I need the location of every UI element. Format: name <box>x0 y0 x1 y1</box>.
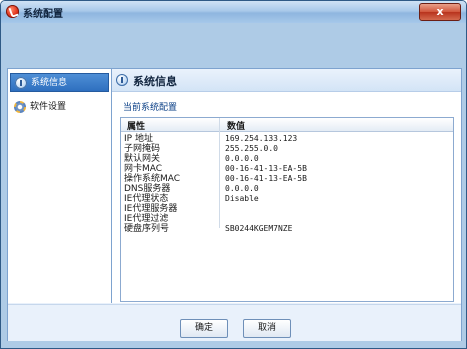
value-cell: 169.254.133.123 <box>225 134 298 143</box>
sidebar: 系统信息 软件设置 <box>8 69 112 303</box>
property-cell: 操作系统MAC <box>124 174 181 184</box>
section-subtitle: 当前系统配置 <box>123 103 178 113</box>
value-cell: 0.0.0.0 <box>225 154 259 163</box>
property-cell: 网卡MAC <box>124 164 163 174</box>
system-info-panel: 系统信息 当前系统配置 属性 数值 IP 地址 169.254.133.123 … <box>112 69 461 303</box>
property-cell: IE代理过滤 <box>124 214 169 224</box>
property-cell: 默认网关 <box>124 154 161 164</box>
system-info-table[interactable]: 属性 数值 IP 地址 169.254.133.123 子网掩码 255.255… <box>120 117 454 302</box>
table-header: 属性 数值 <box>121 118 453 132</box>
button-bar: 确定 取消 <box>8 304 461 341</box>
table-row[interactable]: 子网掩码 255.255.0.0 <box>121 144 453 154</box>
value-cell: 255.255.0.0 <box>225 144 278 153</box>
property-cell: 硬盘序列号 <box>124 224 170 234</box>
close-button[interactable]: x <box>419 3 461 21</box>
value-cell: 00-16-41-13-EA-5B <box>225 164 307 173</box>
table-row[interactable]: IE代理状态 Disable <box>121 194 453 204</box>
table-row[interactable]: IE代理服务器 <box>121 204 453 214</box>
column-header-property[interactable]: 属性 <box>127 119 145 132</box>
panel-header: 系统信息 <box>112 69 461 92</box>
ok-button[interactable]: 确定 <box>180 319 228 338</box>
value-cell: Disable <box>225 194 259 203</box>
sidebar-item-label: 系统信息 <box>31 78 68 88</box>
cancel-button[interactable]: 取消 <box>243 319 291 338</box>
column-header-value[interactable]: 数值 <box>227 119 245 132</box>
property-cell: 子网掩码 <box>124 144 161 154</box>
gear-icon <box>14 101 26 113</box>
table-row[interactable]: 操作系统MAC 00-16-41-13-EA-5B <box>121 174 453 184</box>
sidebar-item-label: 软件设置 <box>30 102 67 112</box>
title-bar[interactable]: 系统配置 x <box>1 1 466 23</box>
property-cell: IP 地址 <box>124 134 153 144</box>
value-cell: 00-16-41-13-EA-5B <box>225 174 307 183</box>
system-config-window: 系统配置 x 系统信息 软件设置 系统信息 当前系统配置 属性 数值 IP 地址… <box>0 0 467 349</box>
dialog-body: 系统信息 软件设置 系统信息 当前系统配置 属性 数值 IP 地址 169.25… <box>7 68 462 341</box>
info-icon <box>116 74 128 86</box>
window-title: 系统配置 <box>23 9 63 20</box>
table-row[interactable]: IE代理过滤 <box>121 214 453 224</box>
table-row[interactable]: DNS服务器 0.0.0.0 <box>121 184 453 194</box>
table-row[interactable]: IP 地址 169.254.133.123 <box>121 134 453 144</box>
table-row[interactable]: 硬盘序列号 SB0244KGEM7NZE <box>121 224 453 234</box>
sidebar-item-software-settings[interactable]: 软件设置 <box>10 98 109 117</box>
info-icon <box>15 77 27 89</box>
property-cell: IE代理状态 <box>124 194 169 204</box>
panel-title: 系统信息 <box>133 75 177 88</box>
value-cell: 0.0.0.0 <box>225 184 259 193</box>
table-row[interactable]: 默认网关 0.0.0.0 <box>121 154 453 164</box>
property-cell: DNS服务器 <box>124 184 171 194</box>
property-cell: IE代理服务器 <box>124 204 178 214</box>
table-row[interactable]: 网卡MAC 00-16-41-13-EA-5B <box>121 164 453 174</box>
sidebar-item-system-info[interactable]: 系统信息 <box>10 73 109 92</box>
app-logo-icon <box>6 5 19 18</box>
value-cell: SB0244KGEM7NZE <box>225 224 293 233</box>
